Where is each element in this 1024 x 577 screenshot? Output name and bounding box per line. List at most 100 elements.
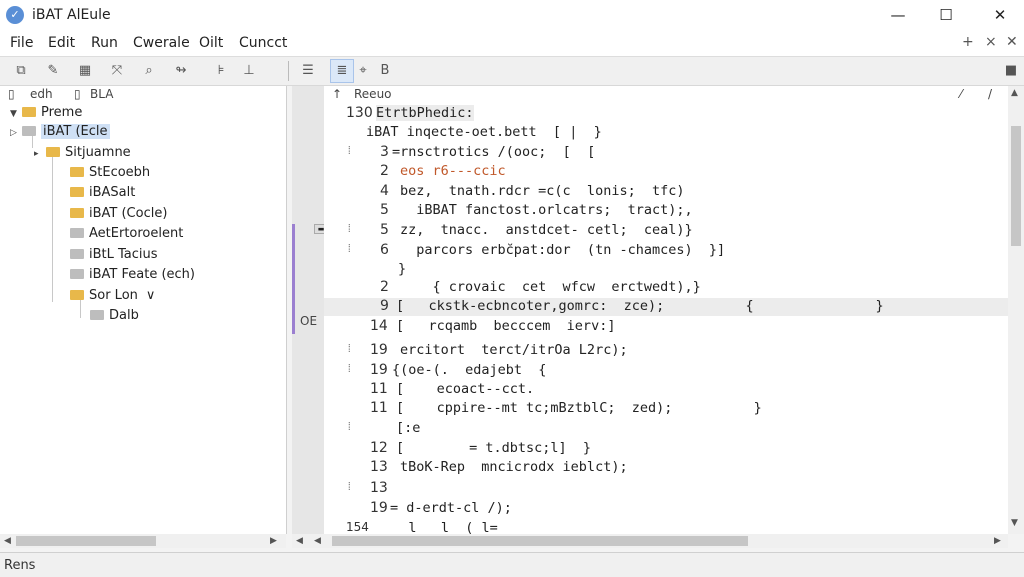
tree-node[interactable]: Sor Lon ∨: [70, 288, 155, 306]
code-line[interactable]: ⁞ 3 =rnsctrotics /(ooc; [ [: [324, 144, 1008, 162]
code-line[interactable]: }: [324, 261, 1008, 279]
toolbar: ⧉ ✎ ▦ ⤧ ⌕ ↬ ⊧ ⊥ ☰ ≣ ⌖ B ■: [0, 57, 1024, 86]
code-line[interactable]: 14[ rcqamb becccem ierv:]: [324, 318, 1008, 336]
code-line[interactable]: 4 bez, tnath.rdcr =c(c lonis; tfc): [324, 183, 1008, 201]
search-icon[interactable]: ⌕: [138, 60, 160, 82]
editor-header-icon[interactable]: ⁄: [960, 87, 962, 105]
code-line[interactable]: 11[ cppire--mt tc;mBztblC; zed); }: [324, 400, 1008, 418]
fold-icon[interactable]: ⁞: [346, 480, 353, 494]
change-marker: [292, 224, 295, 334]
menu-cuncct[interactable]: Cuncct: [239, 35, 287, 51]
scroll-left-icon[interactable]: ◀: [296, 534, 303, 548]
scroll-thumb[interactable]: [16, 536, 156, 546]
code-line[interactable]: 12[ = t.dbtsc;l] }: [324, 440, 1008, 458]
fold-icon[interactable]: ⁞: [346, 144, 353, 158]
scroll-up-icon[interactable]: ▲: [1011, 88, 1018, 98]
list-icon[interactable]: ≣: [330, 59, 354, 83]
menu-edit[interactable]: Edit: [48, 35, 75, 51]
tree-node[interactable]: iBASalt: [70, 185, 135, 203]
menu-bar: File Edit Run Cwerale Oilt Cuncct + × ✕: [0, 30, 1024, 57]
chevron-down-icon[interactable]: ∨: [146, 288, 156, 303]
editor-vscroll[interactable]: ▲ ▼: [1008, 86, 1024, 534]
collapse-icon: ▼: [10, 109, 17, 119]
code-line[interactable]: 2 { crovaic cet wfcw erctwedt),}: [324, 279, 1008, 297]
code-line[interactable]: 13 tBoK-Rep mncicrodx ieblct);: [324, 459, 1008, 477]
code-line[interactable]: ⁞ 6 parcors erbc̆pat:dor (tn -chamces) }]: [324, 242, 1008, 260]
status-bar: Rens: [0, 552, 1024, 577]
scroll-left-icon[interactable]: ◀: [4, 534, 11, 548]
copy-icon[interactable]: ⧉: [10, 60, 32, 82]
code-line[interactable]: 5 iBBAT fanctost.orlcatrs; tract);,: [324, 202, 1008, 220]
pin-icon[interactable]: +: [962, 34, 974, 50]
code-line[interactable]: ⁞ [:e: [324, 420, 1008, 438]
scroll-right-icon[interactable]: ▶: [270, 534, 277, 548]
tree-node[interactable]: ▼ Preme: [10, 105, 82, 123]
tree-icon-2: ▯: [74, 87, 81, 101]
code-line[interactable]: 2 eos r6---ccic: [324, 163, 1008, 181]
chat-icon[interactable]: ⌖: [352, 60, 374, 82]
align-icon[interactable]: ⊧: [210, 60, 232, 82]
code-line[interactable]: iBAT inqecte-oet.bett [ | }: [324, 124, 1008, 142]
fold-icon[interactable]: ⁞: [346, 222, 353, 236]
down-icon[interactable]: ⊥: [238, 60, 260, 82]
tree-header-right: BLA: [90, 87, 114, 101]
file-icon: [90, 310, 104, 320]
folder-icon: [70, 167, 84, 177]
scroll-left-icon[interactable]: ◀: [314, 534, 321, 548]
scroll-down-icon[interactable]: ▼: [1011, 518, 1018, 528]
editor-header-title: Reeuo: [354, 87, 392, 101]
code-line[interactable]: 11[ ecoact--cct.: [324, 381, 1008, 399]
editor-hscroll[interactable]: ◀ ◀ ▶: [292, 534, 1008, 548]
scroll-thumb[interactable]: [332, 536, 748, 546]
project-tree: ▯ edh ▯ BLA ▼ Preme ▷ iBAT (Ecle ▸ Sitjuamn…: [0, 86, 287, 548]
tree-node[interactable]: iBAT Feate (ech): [70, 267, 195, 285]
menu-cwerale[interactable]: Cwerale: [133, 35, 190, 51]
code-line-highlighted[interactable]: 9[ ckstk-ecbncoter,gomrc: zce); { }: [324, 298, 1008, 316]
code-line[interactable]: ⁞ 5 zz, tnacc. anstdcet- cetl; ceal)}: [324, 222, 1008, 240]
editor-header-icon[interactable]: ↑: [332, 87, 342, 105]
fold-icon[interactable]: ⁞: [346, 242, 353, 256]
code-line[interactable]: ⁞ 13: [324, 480, 1008, 498]
tree-node[interactable]: Dalb: [90, 308, 139, 326]
minimize-button[interactable]: —: [886, 4, 910, 26]
code-editor[interactable]: ↑ Reeuo ⁄ / 130 EtrtbPhedic: iBAT inqecte…: [324, 86, 1008, 534]
editor-header-icon[interactable]: /: [988, 87, 992, 105]
close-icon[interactable]: ×: [985, 34, 997, 50]
tree-node[interactable]: iBtL Tacius: [70, 247, 158, 265]
tree-node-selected[interactable]: ▷ iBAT (Ecle: [10, 124, 110, 142]
code-line[interactable]: 154 l l ( l=: [324, 520, 1008, 534]
panel-close-icon[interactable]: ✕: [1006, 34, 1018, 50]
tree-node[interactable]: ▸ Sitjuamne: [34, 145, 131, 163]
expand-icon[interactable]: ⤧: [106, 60, 128, 82]
maximize-button[interactable]: ☐: [934, 4, 958, 26]
bold-icon[interactable]: B: [374, 60, 396, 82]
menu-file[interactable]: File: [10, 35, 33, 51]
fold-icon[interactable]: ⁞: [346, 362, 353, 376]
menu-icon[interactable]: ☰: [297, 60, 319, 82]
grid-icon[interactable]: ▦: [74, 60, 96, 82]
fold-icon[interactable]: ⁞: [346, 420, 353, 434]
code-line[interactable]: ⁞ 19 ercitort terct/itrOa L2rc);: [324, 342, 1008, 360]
menu-run[interactable]: Run: [91, 35, 118, 51]
app-icon: ✓: [6, 6, 24, 24]
code-line[interactable]: 130 EtrtbPhedic:: [324, 105, 1008, 123]
fold-icon[interactable]: ⁞: [346, 342, 353, 356]
menu-oilt[interactable]: Oilt: [199, 35, 223, 51]
stop-icon[interactable]: ■: [1000, 60, 1022, 82]
code-line[interactable]: ⁞ 19 {(oe-(. edajebt {: [324, 362, 1008, 380]
tree-icon: ▯: [8, 87, 15, 101]
tree-hscroll[interactable]: ◀ ▶: [0, 534, 286, 548]
brush-icon[interactable]: ✎: [42, 60, 64, 82]
tree-node[interactable]: StEcoebh: [70, 165, 150, 183]
scroll-thumb[interactable]: [1011, 126, 1021, 246]
scroll-right-icon[interactable]: ▶: [994, 534, 1001, 548]
gutter-badge: OE: [300, 314, 318, 328]
tree-node[interactable]: iBAT (Cocle): [70, 206, 167, 224]
file-icon: [70, 249, 84, 259]
expand-icon: ▷: [10, 128, 17, 138]
folder-icon: [70, 187, 84, 197]
link-icon[interactable]: ↬: [170, 60, 192, 82]
close-button[interactable]: ✕: [988, 4, 1012, 26]
tree-node[interactable]: AetErtoroelent: [70, 226, 183, 244]
code-line[interactable]: 19 = d-erdt-cl /);: [324, 500, 1008, 518]
